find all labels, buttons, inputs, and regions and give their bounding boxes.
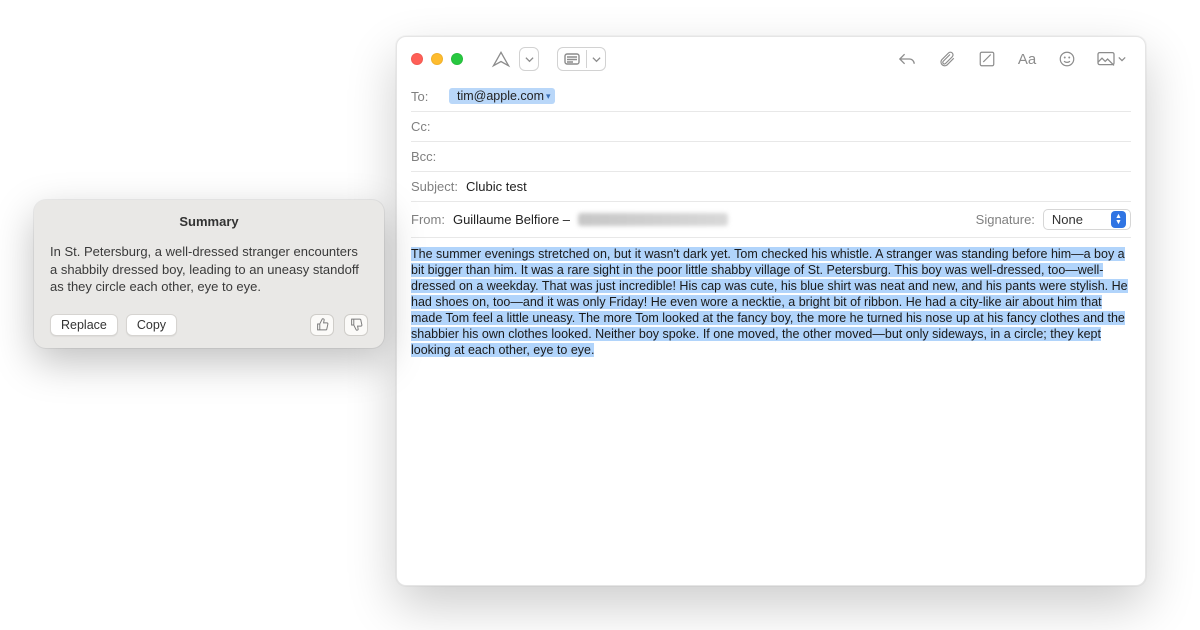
recipient-token[interactable]: tim@apple.com ▾ (449, 88, 555, 104)
emoji-icon (1058, 50, 1076, 68)
chevron-down-icon (592, 55, 601, 64)
bcc-label: Bcc: (411, 149, 441, 164)
thumbs-down-icon (350, 318, 363, 331)
message-body[interactable]: The summer evenings stretched on, but it… (397, 238, 1145, 585)
to-label: To: (411, 89, 441, 104)
reply-button[interactable] (891, 45, 923, 73)
thumbs-up-button[interactable] (310, 314, 334, 336)
summary-popover: Summary In St. Petersburg, a well-dresse… (34, 200, 384, 348)
from-field[interactable]: From: Guillaume Belfiore – Signature: No… (411, 202, 1131, 238)
summary-text: In St. Petersburg, a well-dressed strang… (50, 243, 368, 296)
from-label: From: (411, 212, 445, 227)
signature-value: None (1052, 212, 1083, 227)
subject-field[interactable]: Subject: Clubic test (411, 172, 1131, 202)
replace-button[interactable]: Replace (50, 314, 118, 336)
markup-button[interactable] (971, 45, 1003, 73)
reply-icon (897, 51, 917, 67)
list-icon (564, 53, 580, 65)
send-button[interactable] (485, 45, 517, 73)
format-button[interactable]: Aa (1011, 45, 1043, 73)
copy-button[interactable]: Copy (126, 314, 177, 336)
header-fields-button[interactable] (557, 47, 606, 71)
zoom-window-button[interactable] (451, 53, 463, 65)
thumbs-down-button[interactable] (344, 314, 368, 336)
minimize-window-button[interactable] (431, 53, 443, 65)
subject-label: Subject: (411, 179, 458, 194)
body-selected-text[interactable]: The summer evenings stretched on, but it… (411, 247, 1128, 357)
subject-input[interactable]: Clubic test (466, 179, 527, 194)
send-options-dropdown[interactable] (519, 47, 539, 71)
signature-select[interactable]: None ▲▼ (1043, 209, 1131, 230)
from-email-redacted (578, 213, 728, 226)
send-icon (491, 49, 511, 69)
header-fields: To: tim@apple.com ▾ Cc: Bcc: Subject: Cl… (397, 81, 1145, 238)
popover-actions: Replace Copy (50, 314, 368, 336)
stepper-arrows-icon: ▲▼ (1111, 211, 1126, 228)
popover-title: Summary (50, 214, 368, 229)
attach-button[interactable] (931, 45, 963, 73)
from-name: Guillaume Belfiore – (453, 212, 570, 227)
thumbs-up-icon (316, 318, 329, 331)
cc-label: Cc: (411, 119, 441, 134)
bcc-field[interactable]: Bcc: (411, 142, 1131, 172)
chevron-down-icon: ▾ (546, 91, 551, 102)
emoji-button[interactable] (1051, 45, 1083, 73)
compose-window: Aa To: tim@apple.com ▾ (396, 36, 1146, 586)
chevron-down-icon (525, 55, 534, 64)
window-titlebar: Aa (397, 37, 1145, 81)
format-icon: Aa (1018, 51, 1036, 68)
signature-label: Signature: (976, 212, 1035, 227)
cc-field[interactable]: Cc: (411, 112, 1131, 142)
photo-browser-button[interactable] (1091, 45, 1131, 73)
recipient-email: tim@apple.com (457, 89, 544, 103)
chevron-down-icon (1118, 55, 1126, 63)
window-traffic-lights (411, 53, 463, 65)
paperclip-icon (938, 50, 956, 68)
close-window-button[interactable] (411, 53, 423, 65)
to-field[interactable]: To: tim@apple.com ▾ (411, 81, 1131, 112)
media-icon (1096, 51, 1116, 67)
markup-icon (978, 50, 996, 68)
